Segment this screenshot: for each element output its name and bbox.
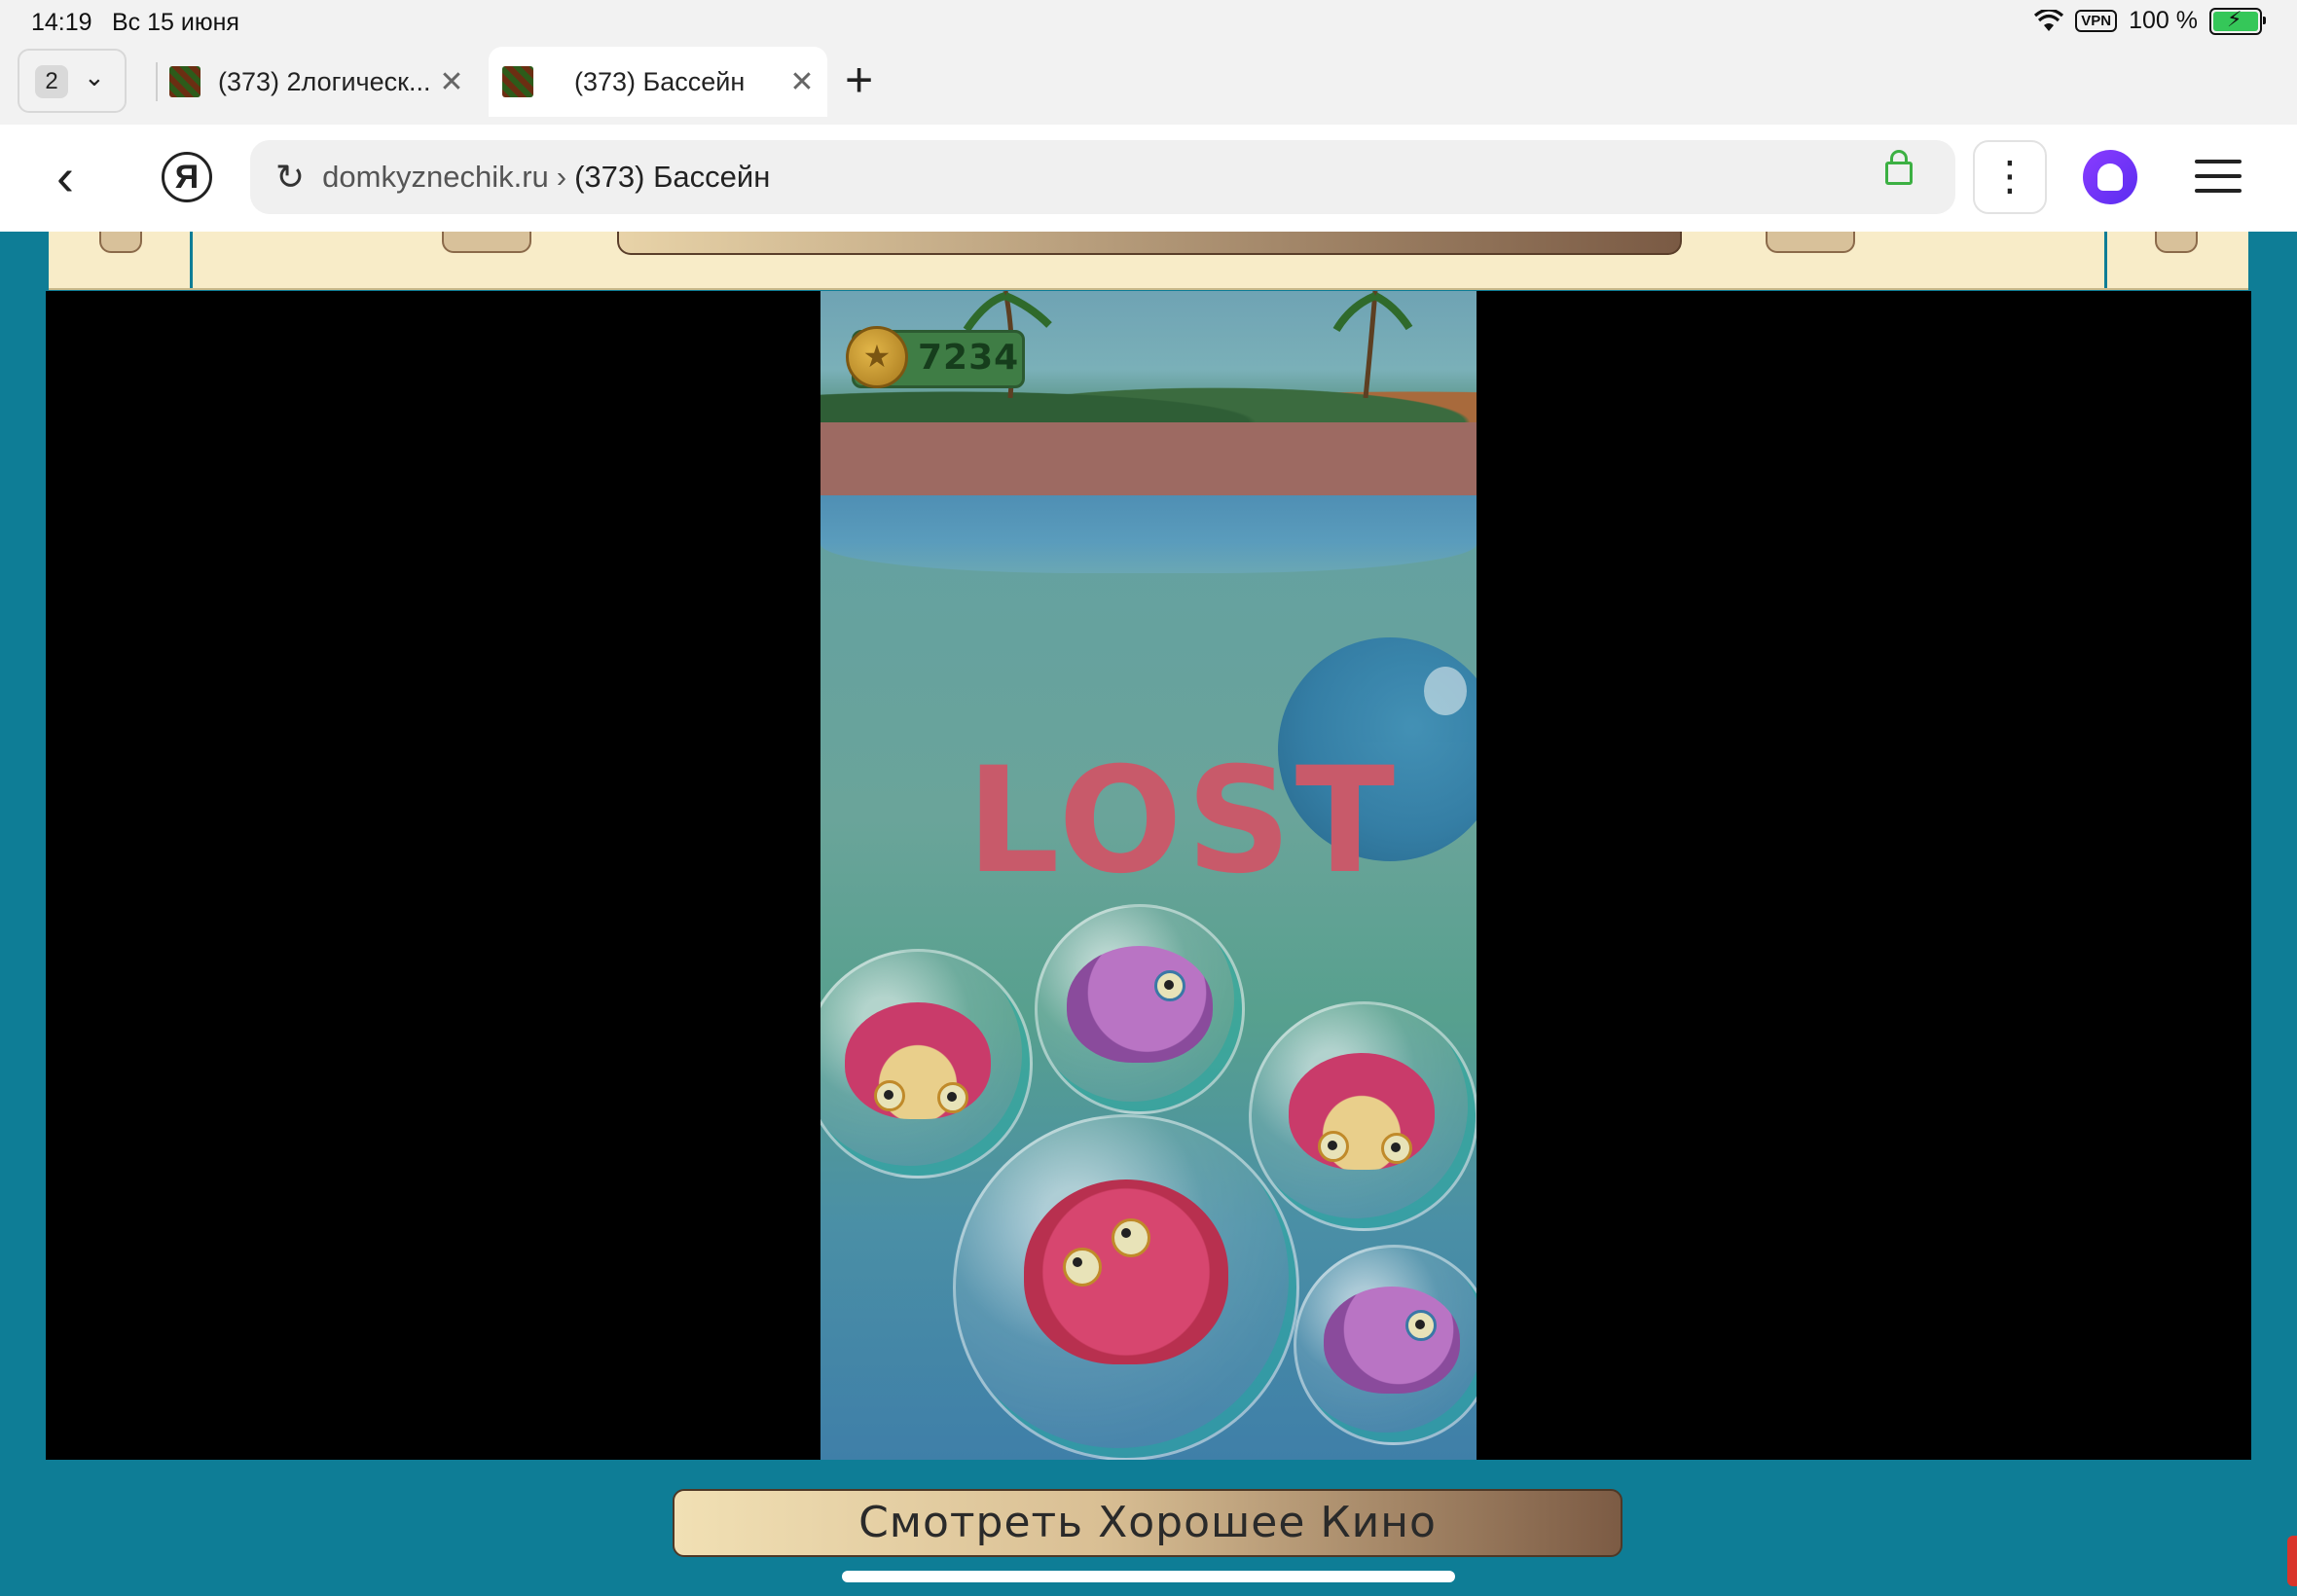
purple-creature (1324, 1287, 1460, 1394)
creature-eye (874, 1080, 905, 1111)
pink-creature (1289, 1053, 1435, 1170)
favicon-icon (502, 66, 533, 97)
close-icon[interactable]: ✕ (432, 65, 471, 99)
banner-button-right[interactable] (1766, 232, 1855, 253)
banner-right-tab[interactable] (2155, 232, 2198, 253)
more-menu-button[interactable]: ⋮ (1973, 140, 2047, 214)
browser-toolbar: ‹ Я ↻ domkyznechik.ru › (373) Бассейн ⋮ (0, 125, 2297, 232)
tab-count: 2 (35, 65, 68, 98)
game-shore (820, 422, 1477, 505)
game-status-text: LOST (966, 737, 1400, 906)
tab-label: (373) 2логическ... (218, 66, 431, 96)
reload-icon[interactable]: ↻ (275, 157, 305, 198)
red-creature (1024, 1179, 1228, 1364)
lock-icon[interactable] (1885, 150, 1913, 185)
alice-assistant-icon[interactable] (2083, 150, 2137, 204)
creature-bubble[interactable] (1249, 1001, 1477, 1231)
star-coin-icon: ★ (846, 326, 908, 388)
creature-eye (1154, 970, 1185, 1001)
tab-strip: 2 ⌄ (373) 2логическ... ✕ (373) Бассейн ✕… (0, 45, 2297, 125)
close-icon[interactable]: ✕ (783, 65, 821, 99)
creature-eye (937, 1082, 968, 1113)
creature-bubble[interactable] (820, 949, 1033, 1179)
creature-bubble[interactable] (953, 1114, 1299, 1460)
creature-eye (1318, 1131, 1349, 1162)
creature-eye (1405, 1310, 1437, 1341)
tab-pool[interactable]: (373) Бассейн ✕ (489, 47, 827, 117)
banner-divider (2104, 232, 2107, 288)
top-banner (49, 232, 2248, 290)
vpn-badge: VPN (2075, 10, 2118, 32)
watch-movies-button[interactable]: Смотреть Хорошее Кино (673, 1489, 1622, 1557)
creature-eye (1381, 1133, 1412, 1164)
creature-bubble[interactable] (1294, 1245, 1477, 1445)
url-domain: domkyznechik.ru (322, 160, 549, 194)
status-right: VPN 100 % ⚡ (2034, 7, 2266, 35)
banner-button-left[interactable] (442, 232, 531, 253)
hamburger-menu-icon[interactable] (2195, 160, 2242, 203)
creature-bubble[interactable] (1035, 904, 1245, 1114)
tab-logic-games[interactable]: (373) 2логическ... ✕ (156, 47, 477, 117)
game-canvas[interactable]: ★ 7234 LOST (820, 291, 1477, 1460)
chevron-down-icon: ⌄ (84, 62, 105, 91)
tab-label: (373) Бассейн (574, 66, 746, 96)
battery-charging-icon: ⚡ (2209, 7, 2266, 35)
side-badge[interactable] (2287, 1536, 2297, 1586)
game-water-edge (820, 495, 1477, 573)
status-date: Вс 15 июня (112, 9, 239, 36)
address-bar[interactable]: ↻ domkyznechik.ru › (373) Бассейн (250, 140, 1955, 214)
status-bar: 14:19 Вс 15 июня VPN 100 % ⚡ (0, 0, 2297, 45)
banner-divider (190, 232, 193, 288)
home-indicator[interactable] (842, 1571, 1455, 1582)
pink-creature (845, 1002, 991, 1119)
banner-main-button[interactable] (617, 232, 1682, 255)
banner-left-tab[interactable] (99, 232, 142, 253)
purple-creature (1067, 946, 1213, 1063)
url-page-title: (373) Бассейн (574, 160, 771, 194)
battery-percent: 100 % (2129, 7, 2198, 34)
yandex-logo-button[interactable]: Я (162, 152, 212, 202)
favicon-icon (169, 66, 201, 97)
creature-eye (1112, 1218, 1150, 1257)
new-tab-button[interactable]: + (845, 51, 873, 109)
wifi-icon (2034, 9, 2064, 31)
tab-switcher-button[interactable]: 2 ⌄ (18, 49, 127, 113)
url-separator: › (556, 160, 567, 194)
coin-counter: 7234 (918, 338, 1020, 378)
status-time: 14:19 (31, 9, 92, 36)
back-button[interactable]: ‹ (56, 150, 74, 204)
creature-eye (1063, 1248, 1102, 1287)
